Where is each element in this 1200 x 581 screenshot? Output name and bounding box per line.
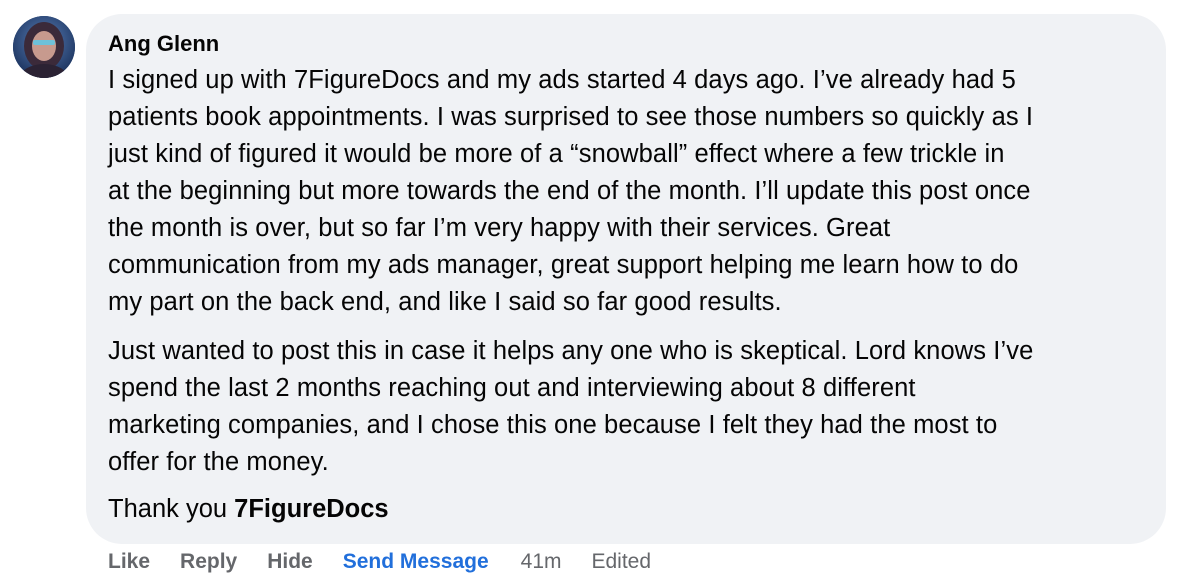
text-line: patients book appointments. I was surpri…	[108, 103, 1034, 131]
author-name[interactable]: Ang Glenn	[108, 30, 1142, 58]
comment-paragraph-2: Just wanted to post this in case it help…	[108, 333, 1142, 481]
text-line: spend the last 2 months reaching out and…	[108, 374, 916, 402]
thanks-prefix: Thank you	[108, 495, 235, 523]
timestamp[interactable]: 41m	[521, 550, 562, 574]
text-line: offer for the money.	[108, 448, 329, 476]
text-line: I signed up with 7FigureDocs and my ads …	[108, 66, 1016, 94]
comment-actions: Like Reply Hide Send Message 41m Edited	[108, 546, 681, 578]
text-line: Just wanted to post this in case it help…	[108, 337, 1034, 365]
like-button[interactable]: Like	[108, 550, 150, 574]
text-line: communication from my ads manager, great…	[108, 251, 1019, 279]
send-message-button[interactable]: Send Message	[343, 550, 489, 574]
comment: Ang Glenn I signed up with 7FigureDocs a…	[0, 0, 1200, 581]
avatar-image	[13, 16, 75, 78]
text-line: my part on the back end, and like I said…	[108, 288, 782, 316]
text-line: just kind of figured it would be more of…	[108, 140, 1005, 168]
reply-button[interactable]: Reply	[180, 550, 237, 574]
text-line: the month is over, but so far I’m very h…	[108, 214, 891, 242]
avatar[interactable]	[13, 16, 75, 78]
hide-button[interactable]: Hide	[267, 550, 313, 574]
text-line: marketing companies, and I chose this on…	[108, 411, 998, 439]
edited-label[interactable]: Edited	[592, 550, 652, 574]
thanks-brand: 7FigureDocs	[234, 495, 389, 523]
text-line: at the beginning but more towards the en…	[108, 177, 1031, 205]
comment-bubble: Ang Glenn I signed up with 7FigureDocs a…	[86, 14, 1166, 544]
comment-paragraph-1: I signed up with 7FigureDocs and my ads …	[108, 62, 1142, 321]
comment-thanks: Thank you 7FigureDocs	[108, 491, 1142, 528]
